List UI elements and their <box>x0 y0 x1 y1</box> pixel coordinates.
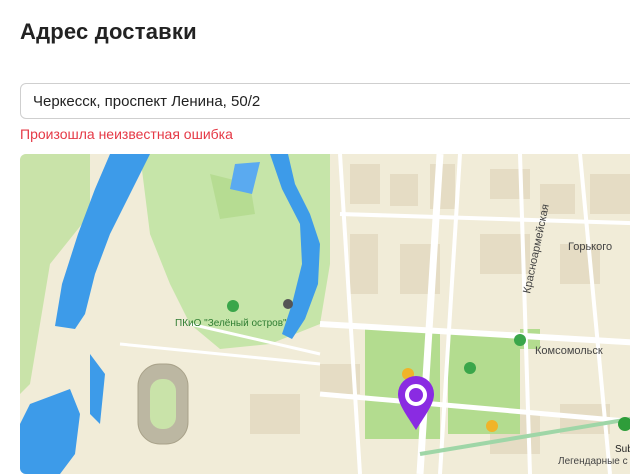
map-label-komsomolskaya: Комсомольск <box>535 345 603 357</box>
map-stadium-field <box>150 379 176 429</box>
camera-icon <box>283 299 293 309</box>
error-message: Произошла неизвестная ошибка <box>20 126 233 142</box>
page-title: Адрес доставки <box>20 19 197 44</box>
map-square-east <box>448 334 520 434</box>
tree-icon-square <box>464 362 476 374</box>
map-view[interactable]: ПКиО "Зелёный остров" Красноармейская Го… <box>20 154 630 474</box>
map-label-park: ПКиО "Зелёный остров" <box>175 318 287 329</box>
shop-icon-south <box>486 420 498 432</box>
tree-icon-east <box>514 334 526 346</box>
address-input[interactable] <box>33 84 630 118</box>
map-canvas[interactable]: ПКиО "Зелёный остров" Красноармейская Го… <box>20 154 630 474</box>
tree-icon <box>227 300 239 312</box>
address-field[interactable] <box>20 83 630 119</box>
map-label-sub: Sub <box>615 444 630 455</box>
map-label-gorkogo: Горького <box>568 241 612 253</box>
